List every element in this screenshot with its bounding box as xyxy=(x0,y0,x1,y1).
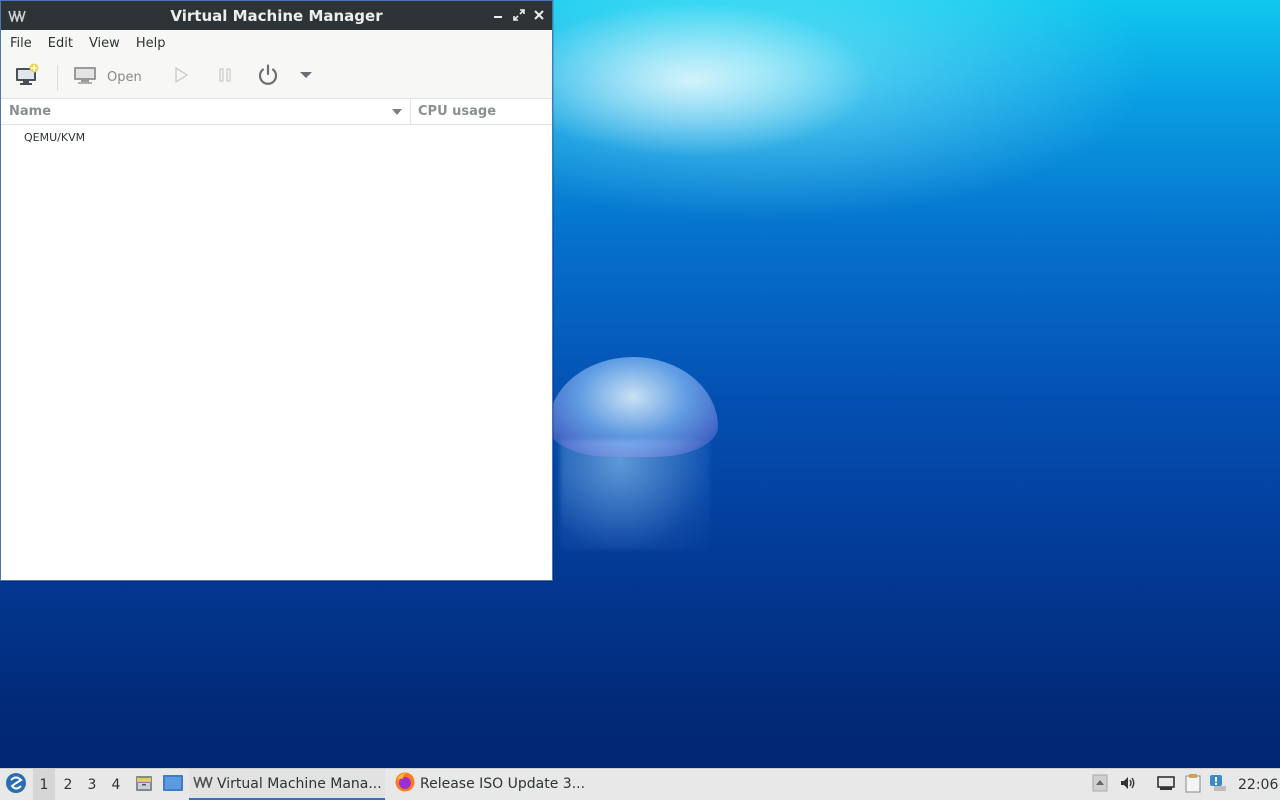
clipboard-button[interactable] xyxy=(1182,769,1204,800)
task-label: Virtual Machine Mana... xyxy=(217,775,382,792)
network-icon xyxy=(1156,774,1176,796)
open-button[interactable]: Open xyxy=(73,63,142,91)
clock[interactable]: 22:06 xyxy=(1238,769,1278,800)
window-titlebar[interactable]: Virtual Machine Manager xyxy=(1,1,552,30)
workspace-label: 3 xyxy=(87,776,97,793)
new-vm-button[interactable] xyxy=(14,63,40,91)
workspace-2[interactable]: 2 xyxy=(57,769,79,800)
sort-descending-icon xyxy=(392,109,402,115)
chevron-down-icon xyxy=(299,68,313,86)
column-header-name[interactable]: Name xyxy=(1,99,411,124)
table-header: Name CPU usage xyxy=(1,99,552,125)
pause-icon xyxy=(216,66,234,88)
power-icon xyxy=(256,63,280,91)
clipboard-icon xyxy=(1184,773,1202,797)
start-menu-button[interactable] xyxy=(4,769,28,800)
table-row[interactable]: QEMU/KVM xyxy=(1,131,552,149)
minimize-icon[interactable] xyxy=(490,7,506,23)
task-firefox[interactable]: Release ISO Update 3... xyxy=(390,769,586,800)
menu-file[interactable]: File xyxy=(1,36,40,51)
file-manager-icon xyxy=(134,773,154,797)
desktop-icon xyxy=(162,773,184,797)
pause-button[interactable] xyxy=(216,63,234,91)
clock-label: 22:06 xyxy=(1238,776,1279,793)
window-title: Virtual Machine Manager xyxy=(170,6,383,25)
maximize-icon[interactable] xyxy=(511,7,527,23)
column-header-name-label: Name xyxy=(9,104,52,119)
monitor-icon xyxy=(73,64,97,90)
menu-edit[interactable]: Edit xyxy=(40,36,81,51)
play-icon xyxy=(172,66,190,88)
taskbar: 1 2 3 4 Virtual Machine Mana... Release … xyxy=(0,768,1280,800)
task-label: Release ISO Update 3... xyxy=(420,775,586,792)
updates-notifier-button[interactable] xyxy=(1208,769,1228,800)
menubar: File Edit View Help xyxy=(1,30,552,56)
workspace-3[interactable]: 3 xyxy=(81,769,103,800)
update-notification-icon xyxy=(1209,774,1227,796)
open-button-label: Open xyxy=(107,69,142,85)
shutdown-menu-button[interactable] xyxy=(299,63,313,91)
column-header-cpu-label: CPU usage xyxy=(418,104,497,119)
new-vm-icon xyxy=(14,63,40,91)
toolbar: Open xyxy=(1,56,552,99)
menu-help[interactable]: Help xyxy=(128,36,174,51)
connection-name: QEMU/KVM xyxy=(24,131,86,144)
menu-view[interactable]: View xyxy=(81,36,128,51)
volume-button[interactable] xyxy=(1118,769,1138,800)
lxqt-logo-icon xyxy=(5,772,27,798)
network-button[interactable] xyxy=(1155,769,1177,800)
firefox-icon xyxy=(394,771,416,797)
workspace-1[interactable]: 1 xyxy=(33,769,55,800)
column-header-cpu-usage[interactable]: CPU usage xyxy=(411,99,496,124)
workspace-label: 4 xyxy=(111,776,121,793)
run-button[interactable] xyxy=(172,63,190,91)
shutdown-button[interactable] xyxy=(256,63,280,91)
speaker-icon xyxy=(1119,774,1137,796)
toolbar-separator xyxy=(57,65,58,91)
show-desktop-button[interactable] xyxy=(161,769,185,800)
wallpaper-jellyfish xyxy=(548,357,718,457)
task-virt-manager[interactable]: Virtual Machine Mana... xyxy=(189,769,385,800)
workspace-4[interactable]: 4 xyxy=(105,769,127,800)
vm-list: QEMU/KVM xyxy=(1,125,552,149)
workspace-label: 2 xyxy=(63,776,73,793)
tray-expand-button[interactable] xyxy=(1091,769,1109,800)
virt-manager-window: Virtual Machine Manager File Edit View H… xyxy=(0,0,553,581)
file-manager-launcher[interactable] xyxy=(133,769,155,800)
workspace-label: 1 xyxy=(39,776,49,793)
arrow-up-icon xyxy=(1092,774,1108,796)
close-icon[interactable] xyxy=(531,7,547,23)
virt-manager-icon xyxy=(193,776,213,792)
